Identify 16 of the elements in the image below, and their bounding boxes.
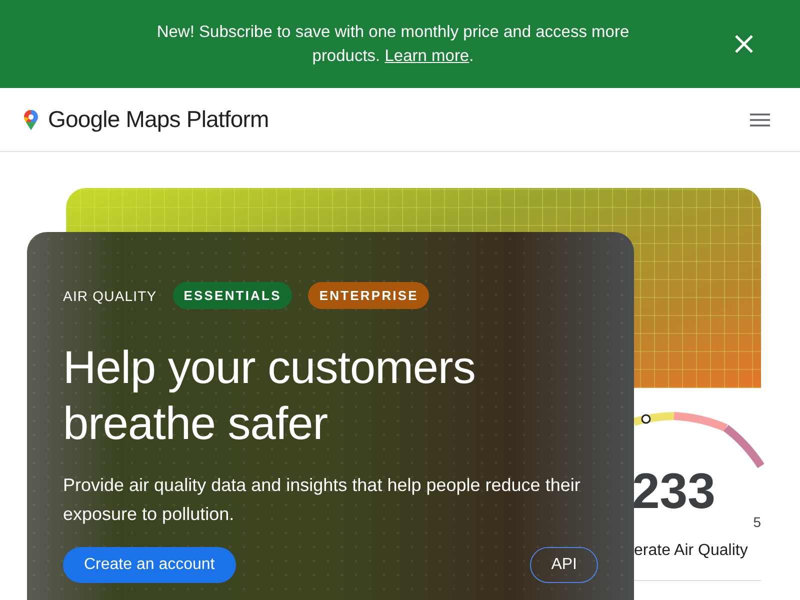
map-pin-icon — [24, 110, 38, 130]
banner-message: New! Subscribe to save with one monthly price and access more products. Learn more. — [156, 22, 630, 67]
close-icon[interactable] — [734, 34, 754, 54]
logo-text[interactable]: Google Maps Platform — [48, 106, 269, 133]
tier-tag: ESSENTIALS — [172, 282, 292, 309]
api-button[interactable]: API — [530, 547, 598, 583]
product-label: AIR QUALITY — [63, 288, 157, 304]
create-account-button[interactable]: Create an account — [63, 547, 236, 583]
scale-label: 5 — [753, 514, 761, 530]
menu-icon[interactable] — [750, 112, 770, 126]
tier-tag: ENTERPRISE — [308, 282, 430, 309]
learn-more-link[interactable]: Learn more — [384, 47, 470, 65]
hero-heading: Help your customers breathe safer — [63, 340, 476, 451]
hero-description: Provide air quality data and insights that help people reduce their exposure to pollution. — [63, 474, 582, 526]
aqi-value: 233 — [632, 462, 716, 520]
air-quality-label: erate Air Quality — [634, 542, 748, 560]
